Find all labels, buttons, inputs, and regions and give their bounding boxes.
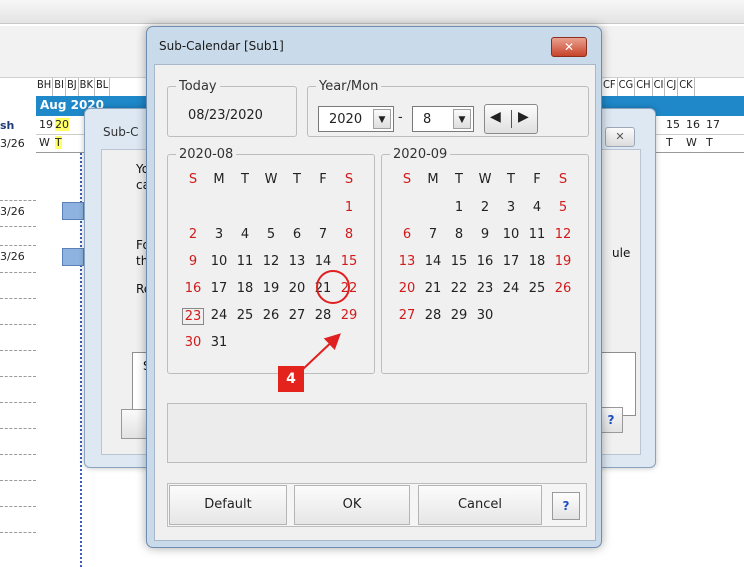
annotation-arrow (301, 333, 341, 371)
step-callout-badge: 4 (278, 366, 304, 392)
